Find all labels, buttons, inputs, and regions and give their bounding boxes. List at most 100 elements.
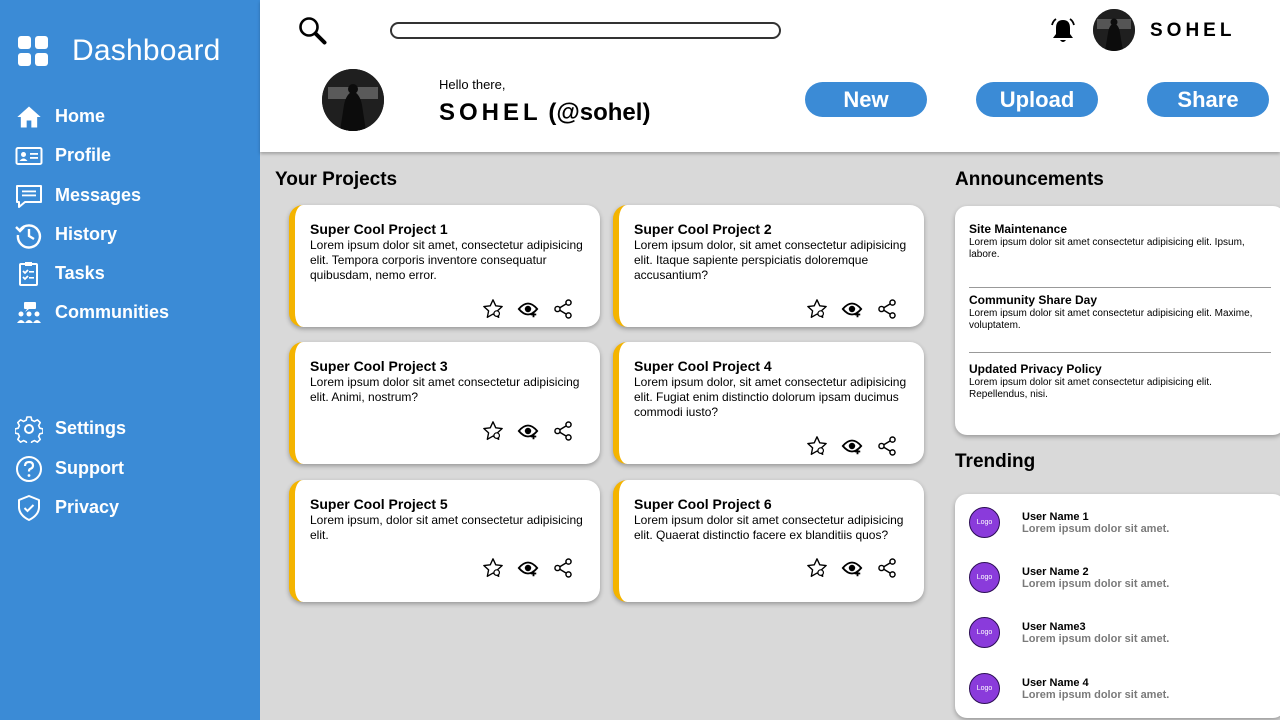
trending-user-name: User Name 2 bbox=[1022, 565, 1089, 578]
announcement-description: Lorem ipsum dolor sit amet consectetur a… bbox=[969, 308, 1253, 331]
sidebar-item-messages[interactable]: Messages bbox=[14, 181, 141, 210]
project-card[interactable]: Super Cool Project 1 Lorem ipsum dolor s… bbox=[289, 205, 600, 327]
sidebar-item-profile[interactable]: Profile bbox=[14, 141, 111, 170]
sidebar-item-tasks[interactable]: Tasks bbox=[14, 259, 105, 288]
sidebar-item-support[interactable]: Support bbox=[14, 454, 124, 483]
message-icon bbox=[14, 181, 43, 210]
project-description: Lorem ipsum dolor sit amet, consectetur … bbox=[310, 238, 583, 282]
sidebar-item-history[interactable]: History bbox=[14, 220, 117, 249]
announcement-item[interactable]: Site Maintenance Lorem ipsum dolor sit a… bbox=[969, 222, 1271, 261]
project-title: Super Cool Project 6 bbox=[634, 496, 772, 512]
announcement-title: Site Maintenance bbox=[969, 222, 1068, 236]
watch-icon[interactable] bbox=[840, 556, 863, 579]
project-actions bbox=[805, 297, 898, 320]
project-description: Lorem ipsum dolor, sit amet consectetur … bbox=[634, 375, 907, 419]
search-icon[interactable] bbox=[297, 15, 329, 47]
user-logo: Logo bbox=[969, 507, 1000, 538]
sidebar: Dashboard Home Profile Messages History … bbox=[0, 0, 260, 720]
profile-avatar bbox=[322, 69, 384, 131]
sidebar-item-settings[interactable]: Settings bbox=[14, 414, 126, 443]
trending-item[interactable]: Logo User Name 1 Lorem ipsum dolor sit a… bbox=[969, 507, 1169, 538]
communities-icon bbox=[14, 298, 43, 327]
project-title: Super Cool Project 3 bbox=[310, 358, 448, 374]
announcement-item[interactable]: Community Share Day Lorem ipsum dolor si… bbox=[969, 293, 1271, 332]
share-button[interactable]: Share bbox=[1147, 82, 1269, 117]
sidebar-item-label: Messages bbox=[55, 185, 142, 205]
share-icon[interactable] bbox=[875, 297, 898, 320]
tasks-icon bbox=[14, 259, 43, 288]
watch-icon[interactable] bbox=[516, 419, 539, 442]
watch-icon[interactable] bbox=[840, 434, 863, 457]
project-card[interactable]: Super Cool Project 6 Lorem ipsum dolor s… bbox=[613, 480, 924, 602]
project-title: Super Cool Project 5 bbox=[310, 496, 448, 512]
project-card[interactable]: Super Cool Project 4 Lorem ipsum dolor, … bbox=[613, 342, 924, 464]
announcements-title: Announcements bbox=[955, 169, 1104, 190]
announcement-description: Lorem ipsum dolor sit amet consectetur a… bbox=[969, 237, 1245, 260]
header: SOHEL Hello there, SOHEL (@sohel) New Up… bbox=[260, 0, 1280, 152]
project-actions bbox=[481, 556, 574, 579]
divider bbox=[969, 352, 1271, 353]
watch-icon[interactable] bbox=[840, 297, 863, 320]
project-actions bbox=[481, 419, 574, 442]
announcement-description: Lorem ipsum dolor sit amet consectetur a… bbox=[969, 377, 1212, 400]
new-button[interactable]: New bbox=[805, 82, 927, 117]
trending-item[interactable]: Logo User Name 2 Lorem ipsum dolor sit a… bbox=[969, 562, 1169, 593]
project-card[interactable]: Super Cool Project 5 Lorem ipsum, dolor … bbox=[289, 480, 600, 602]
bell-icon[interactable] bbox=[1049, 17, 1077, 45]
history-icon bbox=[14, 220, 43, 249]
project-actions bbox=[805, 556, 898, 579]
sidebar-item-home[interactable]: Home bbox=[14, 102, 105, 131]
share-icon[interactable] bbox=[551, 556, 574, 579]
star-icon[interactable] bbox=[805, 556, 828, 579]
share-icon[interactable] bbox=[875, 556, 898, 579]
profile-name: SOHEL (@sohel) bbox=[439, 99, 650, 127]
trending-item[interactable]: Logo User Name3 Lorem ipsum dolor sit am… bbox=[969, 617, 1169, 648]
project-title: Super Cool Project 1 bbox=[310, 221, 448, 237]
star-icon[interactable] bbox=[805, 434, 828, 457]
watch-icon[interactable] bbox=[516, 297, 539, 320]
trending-item[interactable]: Logo User Name 4 Lorem ipsum dolor sit a… bbox=[969, 673, 1169, 704]
trending-user-name: User Name 4 bbox=[1022, 676, 1089, 689]
display-name: SOHEL bbox=[439, 99, 542, 126]
project-actions bbox=[481, 297, 574, 320]
share-icon[interactable] bbox=[551, 297, 574, 320]
announcements-panel: Site Maintenance Lorem ipsum dolor sit a… bbox=[955, 206, 1280, 435]
announcement-title: Updated Privacy Policy bbox=[969, 362, 1102, 376]
header-username: SOHEL bbox=[1150, 20, 1236, 41]
announcement-item[interactable]: Updated Privacy Policy Lorem ipsum dolor… bbox=[969, 362, 1271, 401]
sidebar-item-communities[interactable]: Communities bbox=[14, 298, 169, 327]
user-handle: (@sohel) bbox=[548, 99, 651, 126]
star-icon[interactable] bbox=[481, 419, 504, 442]
search-input[interactable] bbox=[390, 22, 781, 39]
watch-icon[interactable] bbox=[516, 556, 539, 579]
project-actions bbox=[805, 434, 898, 457]
sidebar-item-label: History bbox=[55, 224, 118, 244]
project-title: Super Cool Project 2 bbox=[634, 221, 772, 237]
dashboard-grid-icon bbox=[18, 36, 48, 66]
brand[interactable]: Dashboard bbox=[18, 34, 221, 68]
sidebar-item-label: Privacy bbox=[55, 497, 120, 517]
share-icon[interactable] bbox=[551, 419, 574, 442]
trending-user-subtitle: Lorem ipsum dolor sit amet. bbox=[1022, 632, 1170, 645]
announcement-title: Community Share Day bbox=[969, 293, 1098, 307]
user-logo: Logo bbox=[969, 673, 1000, 704]
shield-icon bbox=[14, 493, 43, 522]
upload-button[interactable]: Upload bbox=[976, 82, 1098, 117]
sidebar-item-label: Settings bbox=[55, 418, 127, 438]
sidebar-item-label: Communities bbox=[55, 302, 170, 322]
avatar[interactable] bbox=[1093, 9, 1135, 51]
star-icon[interactable] bbox=[481, 556, 504, 579]
sidebar-item-privacy[interactable]: Privacy bbox=[14, 493, 119, 522]
project-description: Lorem ipsum dolor sit amet consectetur a… bbox=[634, 513, 904, 542]
star-icon[interactable] bbox=[805, 297, 828, 320]
project-card[interactable]: Super Cool Project 2 Lorem ipsum dolor, … bbox=[613, 205, 924, 327]
share-icon[interactable] bbox=[875, 434, 898, 457]
user-logo: Logo bbox=[969, 617, 1000, 648]
trending-user-subtitle: Lorem ipsum dolor sit amet. bbox=[1022, 577, 1170, 590]
trending-panel: Logo User Name 1 Lorem ipsum dolor sit a… bbox=[955, 494, 1280, 718]
gear-icon bbox=[14, 414, 43, 443]
project-card[interactable]: Super Cool Project 3 Lorem ipsum dolor s… bbox=[289, 342, 600, 464]
project-description: Lorem ipsum dolor sit amet consectetur a… bbox=[310, 375, 580, 404]
star-icon[interactable] bbox=[481, 297, 504, 320]
trending-user-subtitle: Lorem ipsum dolor sit amet. bbox=[1022, 688, 1170, 701]
